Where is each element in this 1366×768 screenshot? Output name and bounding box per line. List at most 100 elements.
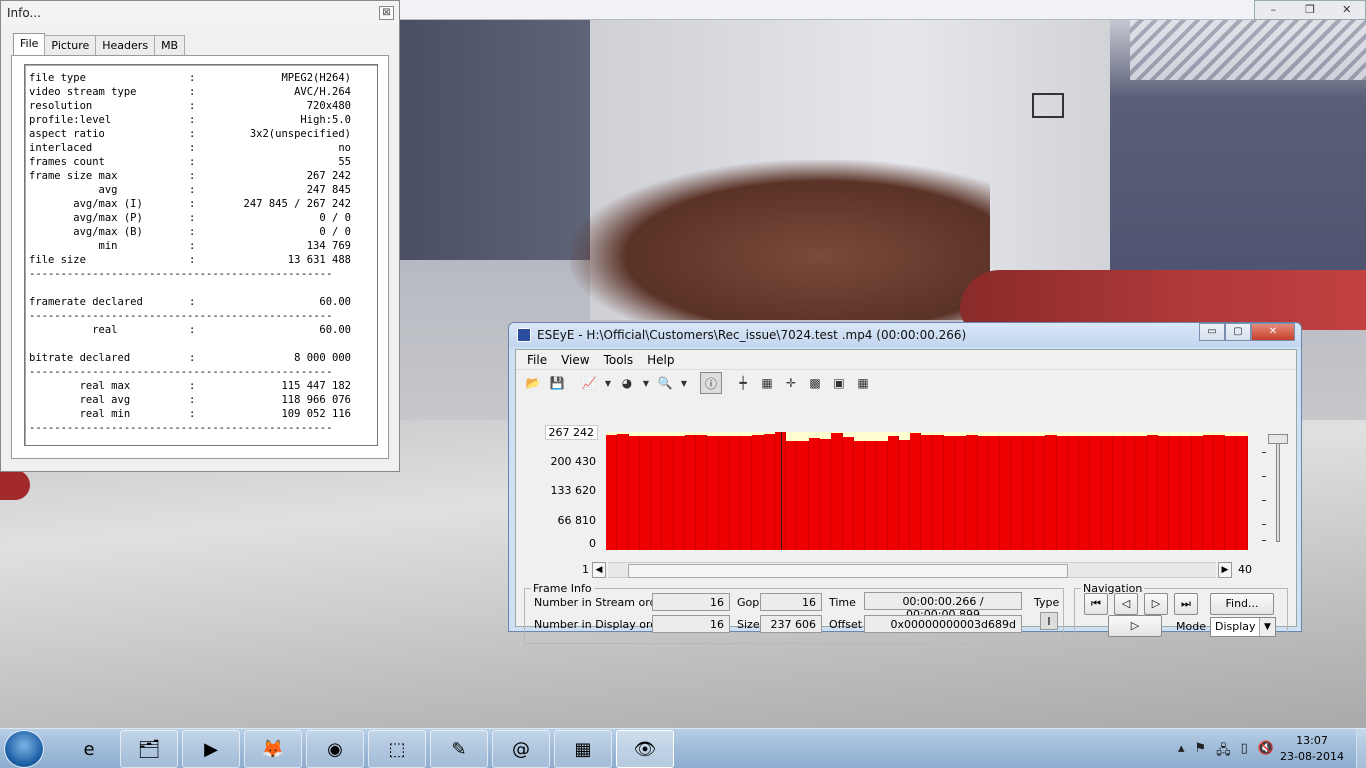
hline-icon[interactable]: ┿ (732, 372, 754, 394)
gop-field[interactable]: 16 (760, 593, 822, 611)
frame-bar[interactable] (988, 436, 1001, 550)
open-icon[interactable]: 📂 (522, 372, 544, 394)
tab-headers[interactable]: Headers (95, 35, 156, 55)
scroll-left-icon[interactable]: ◀ (592, 562, 606, 578)
maximize-icon[interactable]: ▢ (1225, 323, 1251, 341)
frame-bar[interactable] (898, 439, 911, 550)
frame-bar[interactable] (1225, 435, 1237, 550)
frame-bar[interactable] (1146, 435, 1158, 550)
frame-bar[interactable] (684, 435, 697, 550)
frame-bar[interactable] (943, 435, 956, 550)
frame-bar[interactable] (1034, 435, 1046, 550)
frame-bar[interactable] (729, 435, 742, 550)
restore-icon[interactable]: ❐ (1292, 1, 1329, 19)
frame-bar[interactable] (932, 435, 944, 550)
frame-bar[interactable] (977, 435, 989, 550)
frame-bar[interactable] (1214, 435, 1226, 550)
frame-bar[interactable] (1124, 436, 1136, 550)
frame-bar[interactable] (808, 437, 820, 550)
zoom-slider[interactable] (1256, 434, 1290, 550)
eseye-titlebar[interactable]: ESEyE - H:\Official\Customers\Rec_issue\… (509, 323, 1301, 347)
frame-bar[interactable] (955, 436, 967, 550)
frame-bar[interactable] (876, 440, 888, 550)
last-frame-button[interactable]: ⏭ (1174, 593, 1198, 615)
calculator-icon[interactable]: ▦ (554, 730, 612, 768)
acrobat-icon[interactable]: ⬚ (368, 730, 426, 768)
chrome-icon[interactable]: ◉ (306, 730, 364, 768)
frame-bar[interactable] (696, 434, 708, 550)
frame-bar[interactable] (1079, 435, 1091, 550)
scroll-track[interactable] (608, 562, 1216, 578)
frame-bar[interactable] (910, 433, 922, 550)
chevron-down-icon[interactable]: ▼ (640, 372, 652, 394)
eseye-icon[interactable]: 👁 (616, 730, 674, 768)
chart-plot-area[interactable] (606, 432, 1248, 550)
scroll-right-icon[interactable]: ▶ (1218, 562, 1232, 578)
frame-bar[interactable] (1202, 435, 1215, 550)
frame-bar[interactable] (786, 440, 798, 550)
frame-bar[interactable] (1169, 436, 1181, 550)
frame-bar[interactable] (1067, 435, 1080, 550)
jump-icon[interactable]: ✛ (780, 372, 802, 394)
frame-bar[interactable] (1157, 435, 1170, 550)
menu-help[interactable]: Help (640, 350, 681, 369)
editor-icon[interactable]: ✎ (430, 730, 488, 768)
frame-bar[interactable] (1112, 435, 1125, 550)
scroll-thumb[interactable] (628, 564, 1068, 578)
frame-bar[interactable] (887, 436, 899, 550)
device-icon[interactable]: ▯ (1241, 741, 1248, 763)
zoom-icon[interactable]: 🔍 (654, 372, 676, 394)
frame-bar[interactable] (966, 435, 978, 550)
info-icon[interactable]: ⓘ (700, 372, 722, 394)
explorer-icon[interactable]: 🗂 (120, 730, 178, 768)
info-titlebar[interactable]: Info... ⊠ (1, 1, 399, 25)
frame-bar[interactable] (797, 440, 809, 550)
frame-bar[interactable] (1090, 435, 1102, 550)
frame-bar[interactable] (1056, 436, 1068, 550)
ie-icon[interactable]: e (60, 730, 118, 768)
mode-select[interactable]: Display ▼ (1210, 617, 1276, 637)
frame-bar[interactable] (639, 435, 652, 550)
show-desktop-button[interactable] (1356, 729, 1366, 768)
frame-bar[interactable] (662, 435, 674, 550)
tab-mb[interactable]: MB (154, 35, 186, 55)
mail-icon[interactable]: @ (492, 730, 550, 768)
menu-view[interactable]: View (554, 350, 596, 369)
frame-bar[interactable] (820, 438, 832, 550)
frame-bar[interactable] (842, 436, 854, 550)
frame-bar[interactable] (707, 435, 719, 550)
media-player-icon[interactable]: ▶ (182, 730, 240, 768)
chevron-down-icon[interactable]: ▼ (1259, 618, 1275, 636)
table-icon[interactable]: ▦ (852, 372, 874, 394)
tiles-icon[interactable]: ▩ (804, 372, 826, 394)
frame-bar[interactable] (831, 433, 843, 550)
minimize-icon[interactable]: ▭ (1199, 323, 1225, 341)
frame-bar[interactable] (617, 434, 629, 550)
frame-bar[interactable] (752, 435, 764, 550)
frame-bar[interactable] (1101, 435, 1113, 550)
close-icon[interactable]: ⊠ (379, 6, 394, 20)
display-order-field[interactable]: 16 (652, 615, 730, 633)
close-icon[interactable]: ✕ (1251, 323, 1295, 341)
frame-bar[interactable] (606, 435, 618, 550)
save-icon[interactable]: 💾 (546, 372, 568, 394)
frame-bar[interactable] (1045, 435, 1057, 550)
chevron-down-icon[interactable]: ▼ (678, 372, 690, 394)
network-icon[interactable]: 🖧 (1216, 741, 1231, 763)
frame-bar[interactable] (673, 435, 685, 550)
show-hidden-icons-icon[interactable]: ▴ (1178, 741, 1185, 763)
chevron-down-icon[interactable]: ▼ (602, 372, 614, 394)
stream-order-field[interactable]: 16 (652, 593, 730, 611)
frame-bar[interactable] (741, 435, 753, 550)
grid-icon[interactable]: ▦ (756, 372, 778, 394)
color-icon[interactable]: ◕ (616, 372, 638, 394)
frame-bar[interactable] (921, 435, 933, 550)
frame-bar[interactable] (1022, 436, 1034, 550)
frame-bar[interactable] (853, 440, 866, 550)
start-button[interactable] (4, 730, 44, 768)
frame-bar[interactable] (865, 440, 877, 550)
find-button[interactable]: Find... (1210, 593, 1274, 615)
frame-bar[interactable] (1000, 435, 1012, 550)
menu-file[interactable]: File (520, 350, 554, 369)
graph-icon[interactable]: 📈 (578, 372, 600, 394)
